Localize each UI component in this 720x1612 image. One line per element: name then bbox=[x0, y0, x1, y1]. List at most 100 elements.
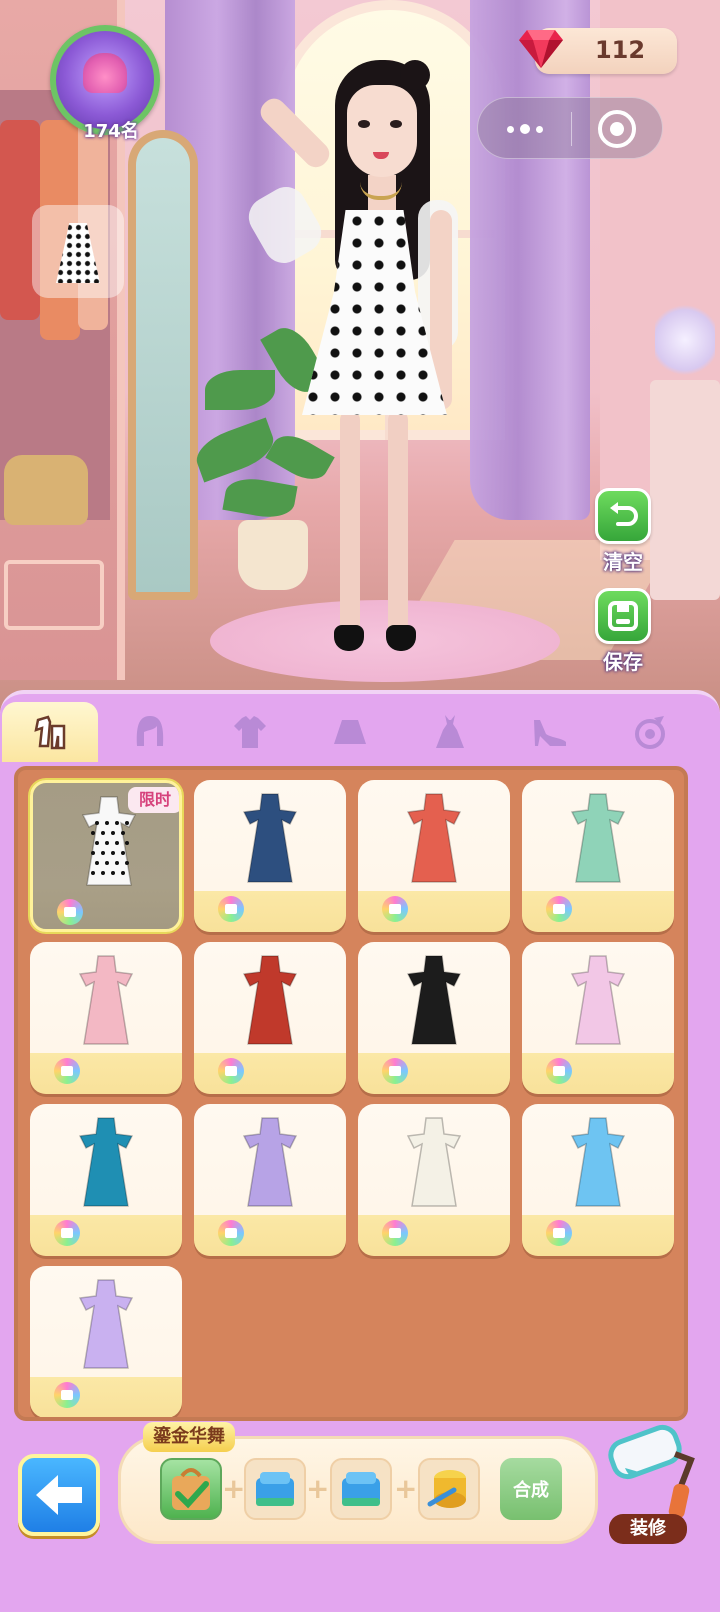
clothing-item-card[interactable] bbox=[194, 942, 346, 1094]
combine-button[interactable]: 合成 bbox=[500, 1458, 562, 1520]
tab-outfit[interactable] bbox=[2, 702, 98, 762]
clothing-item-card[interactable] bbox=[522, 780, 674, 932]
clothing-item-card[interactable] bbox=[522, 1104, 674, 1256]
more-dots-icon[interactable] bbox=[478, 98, 571, 160]
drawer bbox=[4, 560, 104, 630]
plus-sign: + bbox=[222, 1472, 246, 1505]
clothing-item-card[interactable] bbox=[30, 1266, 182, 1417]
clothing-item-card[interactable] bbox=[358, 1104, 510, 1256]
material-slot[interactable] bbox=[160, 1458, 222, 1520]
standing-mirror bbox=[128, 130, 198, 600]
rainbow-tshirt-icon bbox=[546, 896, 572, 922]
clothing-item-card[interactable] bbox=[358, 942, 510, 1094]
clothing-grid: 限时 bbox=[14, 766, 688, 1421]
rainbow-tshirt-icon bbox=[546, 1058, 572, 1084]
skirt-icon bbox=[334, 720, 366, 744]
rainbow-tshirt-icon bbox=[546, 1220, 572, 1246]
lavender-hanfu-icon bbox=[242, 1117, 298, 1207]
capsule-divider bbox=[571, 112, 572, 146]
gem-count: 112 bbox=[594, 36, 646, 64]
wardrobe-panel: 限时 鎏金华舞 + + + 合成 装修 bbox=[0, 690, 720, 1612]
avatar-eye bbox=[390, 120, 402, 128]
tab-hair[interactable] bbox=[102, 702, 198, 762]
paint-roller-icon bbox=[608, 1424, 695, 1519]
material-slot[interactable] bbox=[244, 1458, 306, 1520]
clothing-item-card[interactable] bbox=[358, 780, 510, 932]
yellow-thread-icon bbox=[427, 1470, 466, 1508]
rainbow-tshirt-icon bbox=[382, 1058, 408, 1084]
high-heel-icon bbox=[534, 720, 566, 746]
back-button[interactable] bbox=[18, 1454, 100, 1536]
rainbow-tshirt-icon bbox=[57, 899, 83, 925]
rainbow-tshirt-icon bbox=[218, 896, 244, 922]
hair-icon bbox=[136, 716, 164, 746]
current-outfit-thumbnail[interactable] bbox=[32, 205, 124, 298]
clothing-item-card[interactable] bbox=[30, 1104, 182, 1256]
white-embroidered-dress-icon bbox=[406, 1117, 462, 1207]
plus-sign: + bbox=[394, 1472, 418, 1505]
outfit-set-icon bbox=[34, 715, 66, 750]
rainbow-tshirt-icon bbox=[382, 1220, 408, 1246]
tab-skirt[interactable] bbox=[302, 702, 398, 762]
curtain-right bbox=[470, 0, 590, 520]
rainbow-tshirt-icon bbox=[218, 1220, 244, 1246]
blue-ice-gown-icon bbox=[570, 1117, 626, 1207]
mint-qipao-top-white-skirt-icon bbox=[570, 793, 626, 883]
save-button[interactable]: 保存 bbox=[595, 588, 651, 675]
pink-romper-icon bbox=[570, 955, 626, 1045]
side-table bbox=[650, 380, 720, 600]
avatar-leg bbox=[388, 410, 408, 640]
green-red-traditional-dress-icon bbox=[242, 955, 298, 1045]
target-close-icon[interactable] bbox=[598, 110, 636, 148]
save-disk-icon bbox=[595, 588, 651, 644]
miniprogram-capsule bbox=[477, 97, 663, 159]
material-slot[interactable] bbox=[330, 1458, 392, 1520]
handbag bbox=[4, 455, 88, 525]
character-avatar[interactable] bbox=[240, 40, 480, 690]
rank-badge[interactable]: 174名 bbox=[50, 25, 160, 142]
green-bag-checked-icon bbox=[172, 1468, 210, 1510]
clothing-item-card[interactable]: 限时 bbox=[30, 780, 182, 932]
save-label: 保存 bbox=[603, 650, 643, 674]
clear-label: 清空 bbox=[603, 550, 643, 574]
black-gothic-robe-icon bbox=[406, 955, 462, 1045]
clothing-item-card[interactable] bbox=[194, 1104, 346, 1256]
teal-blue-ethnic-dress-icon bbox=[78, 1117, 134, 1207]
flower-vase bbox=[655, 300, 715, 380]
denim-overalls-icon bbox=[242, 793, 298, 883]
category-tabs bbox=[0, 702, 720, 762]
rainbow-tshirt-icon bbox=[54, 1382, 80, 1408]
undo-arrow-icon bbox=[595, 488, 651, 544]
red-jacket-pink-skirt-icon bbox=[406, 793, 462, 883]
rainbow-tshirt-icon bbox=[54, 1220, 80, 1246]
avatar-face bbox=[347, 85, 417, 177]
lilac-fairy-dress-icon bbox=[78, 1279, 134, 1369]
decorate-button[interactable]: 装修 bbox=[605, 1424, 710, 1544]
clothing-item-card[interactable] bbox=[194, 780, 346, 932]
back-arrow-icon bbox=[36, 1475, 82, 1515]
ruby-gem-icon bbox=[519, 30, 563, 68]
rainbow-tshirt-icon bbox=[382, 896, 408, 922]
rainbow-tshirt-icon bbox=[54, 1058, 80, 1084]
clothing-item-card[interactable] bbox=[30, 942, 182, 1094]
tab-dress[interactable] bbox=[402, 702, 498, 762]
rainbow-tshirt-icon bbox=[218, 1058, 244, 1084]
pink-floral-gown-icon bbox=[78, 955, 134, 1045]
clothing-item-card[interactable] bbox=[522, 942, 674, 1094]
limited-time-badge: 限时 bbox=[128, 787, 179, 813]
tab-accessory[interactable] bbox=[602, 702, 698, 762]
avatar-hair-bun bbox=[400, 60, 430, 90]
dress-icon bbox=[436, 715, 464, 748]
tab-top[interactable] bbox=[202, 702, 298, 762]
avatar-eye bbox=[358, 120, 370, 128]
tab-shoes[interactable] bbox=[502, 702, 598, 762]
avatar-arm-waving bbox=[255, 93, 335, 173]
blue-fabric-icon bbox=[342, 1472, 380, 1506]
decorate-label: 装修 bbox=[609, 1514, 687, 1544]
synthesis-title: 鎏金华舞 bbox=[143, 1422, 235, 1452]
clear-button[interactable]: 清空 bbox=[595, 488, 651, 575]
avatar-sleeve bbox=[241, 179, 329, 271]
plus-sign: + bbox=[306, 1472, 330, 1505]
shirt-icon bbox=[234, 716, 266, 748]
material-slot[interactable] bbox=[418, 1458, 480, 1520]
